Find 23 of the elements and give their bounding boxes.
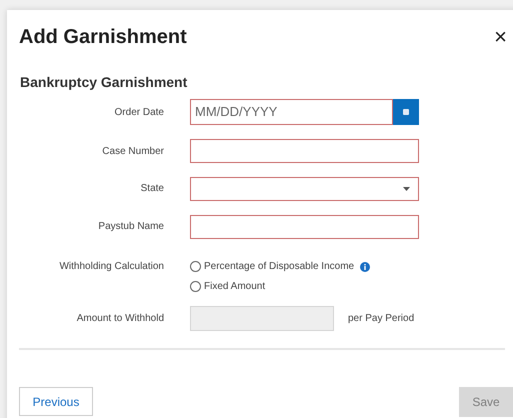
calendar-button[interactable] bbox=[393, 99, 419, 125]
close-button[interactable]: × bbox=[494, 21, 507, 52]
field-label: Case Number bbox=[101, 144, 164, 159]
field-label: Paystub Name bbox=[97, 220, 164, 234]
previous-button[interactable]: Previous bbox=[19, 387, 93, 416]
field-label: Withholding Calculation bbox=[58, 260, 164, 274]
field-label: Order Date bbox=[114, 106, 164, 120]
section-title: Bankruptcy Garnishment bbox=[20, 73, 188, 92]
calendar-icon bbox=[403, 109, 409, 115]
info-icon bbox=[360, 262, 370, 272]
text-field[interactable] bbox=[190, 139, 419, 163]
field-label: State bbox=[140, 182, 164, 196]
date-field[interactable]: MM/DD/YYYY bbox=[190, 99, 393, 125]
state-select[interactable] bbox=[190, 176, 419, 200]
suffix-text: per Pay Period bbox=[348, 312, 414, 326]
field-label: Amount to Withhold bbox=[76, 312, 164, 326]
radio-button[interactable] bbox=[190, 281, 201, 292]
radio-label: Fixed Amount bbox=[204, 280, 266, 294]
dialog-title: Add Garnishment bbox=[19, 25, 187, 50]
text-field[interactable] bbox=[190, 214, 419, 238]
radio-button[interactable] bbox=[190, 261, 201, 272]
radio-label: Percentage of Disposable Income bbox=[204, 260, 354, 274]
caret-icon bbox=[403, 186, 410, 190]
